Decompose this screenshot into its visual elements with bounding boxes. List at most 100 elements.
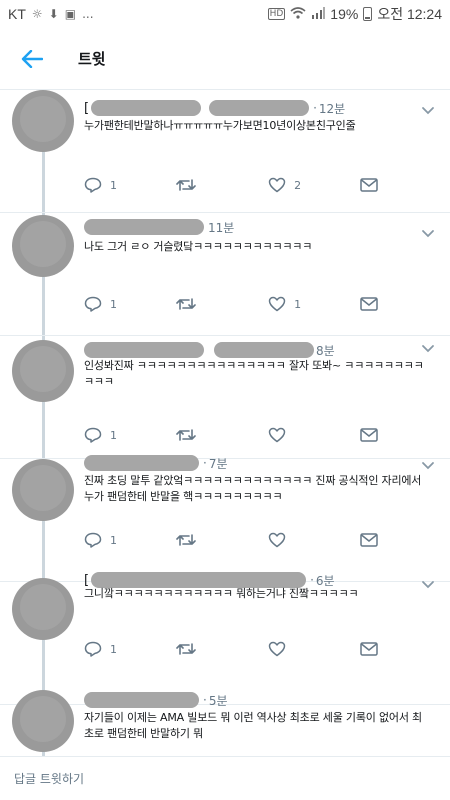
retweet-icon [176, 179, 196, 191]
like-action[interactable] [268, 641, 360, 657]
avatar[interactable] [12, 459, 74, 521]
dm-share-action[interactable] [360, 178, 384, 192]
tweet-actions: 1 2 [84, 174, 384, 196]
tweet-header: [ · 12분 [84, 98, 345, 118]
tweet-text: 자기들이 이제는 AMA 빌보드 뭐 이런 역사상 최초로 세울 기록이 없어서… [84, 711, 422, 740]
reply-icon [84, 296, 102, 312]
envelope-icon [360, 178, 378, 192]
reply-action[interactable]: 1 [84, 296, 176, 312]
tweet-time[interactable]: 5분 [209, 692, 228, 709]
dm-share-action[interactable] [360, 533, 384, 547]
separator-dot: · [203, 693, 207, 707]
retweet-action[interactable] [176, 532, 268, 548]
wifi-icon [290, 6, 306, 22]
download-icon: ⬇ [48, 7, 59, 21]
tweet-actions: 1 [84, 529, 384, 551]
avatar[interactable] [12, 578, 74, 640]
tweet-options-chevron-icon[interactable] [420, 340, 436, 356]
reply-count: 1 [110, 428, 117, 442]
tweet-actions: 1 1 [84, 293, 384, 315]
battery-percent: 19% [330, 6, 359, 22]
avatar[interactable] [12, 215, 74, 277]
tweet-options-chevron-icon[interactable] [420, 102, 436, 118]
dm-share-action[interactable] [360, 297, 384, 311]
replies-list[interactable]: [ · 12분 누가팬한테반말하나ㅠㅠㅠㅠㅠ누가보면10년이상본친구인줄 1 2 [0, 90, 450, 756]
reply-tweet[interactable]: [ · 6분 그니깤ㅋㅋㅋㅋㅋㅋㅋㅋㅋㅋㅋㅋ 뭐하는거냐 진짴ㅋㅋㅋㅋㅋ 1 [0, 572, 450, 705]
tweet-header: · 7분 [84, 453, 228, 473]
reply-tweet[interactable]: · 7분 진짜 초딩 말투 같았엌ㅋㅋㅋㅋㅋㅋㅋㅋㅋㅋㅋㅋㅋ 진짜 공식적인 자… [0, 455, 450, 582]
reply-icon [84, 427, 102, 443]
reply-count: 1 [110, 178, 117, 192]
reply-action[interactable]: 1 [84, 641, 176, 657]
avatar[interactable] [12, 90, 74, 152]
retweet-action[interactable] [176, 296, 268, 312]
status-bar-right: HD 19% 오전 12:24 [267, 4, 442, 24]
tweet-header: · 5분 [84, 690, 228, 710]
tweet-options-chevron-icon[interactable] [420, 457, 436, 473]
retweet-icon [176, 534, 196, 546]
dm-share-action[interactable] [360, 428, 384, 442]
image-icon: ▣ [64, 7, 77, 21]
username-redacted[interactable] [209, 100, 310, 116]
reply-action[interactable]: 1 [84, 427, 176, 443]
hd-label: HD [267, 8, 286, 20]
display-name-redacted[interactable] [84, 692, 199, 708]
back-arrow-icon [21, 49, 43, 68]
signal-icon [311, 6, 326, 22]
reply-icon [84, 641, 102, 657]
tweet-actions: 1 [84, 424, 384, 446]
tweet-text: 인성봐진짜 ㅋㅋㅋㅋㅋㅋㅋㅋㅋㅋㅋㅋㅋㅋㅋ 잘자 또봐~ ㅋㅋㅋㅋㅋㅋㅋㅋㅋㅋㅋ [84, 359, 424, 388]
display-name-redacted[interactable] [91, 100, 202, 116]
reply-tweet[interactable]: 11분 나도 그거 ㄹㅇ 거슬렸닼ㅋㅋㅋㅋㅋㅋㅋㅋㅋㅋㅋㅋ 1 1 [0, 213, 450, 336]
status-bar-left: KT ☼ ⬇ ▣ ... [8, 6, 94, 22]
like-action[interactable] [268, 427, 360, 443]
carrier-label: KT [8, 6, 26, 22]
avatar[interactable] [12, 690, 74, 752]
reply-action[interactable]: 1 [84, 177, 176, 193]
envelope-icon [360, 297, 378, 311]
reply-tweet[interactable]: [ · 12분 누가팬한테반말하나ㅠㅠㅠㅠㅠ누가보면10년이상본친구인줄 1 2 [0, 90, 450, 213]
status-bar: KT ☼ ⬇ ▣ ... HD 19% 오전 12:24 [0, 0, 450, 28]
name-prefix: [ [84, 100, 90, 116]
tweet-time[interactable]: 8분 [316, 342, 335, 359]
reply-tweet[interactable]: 8분 인성봐진짜 ㅋㅋㅋㅋㅋㅋㅋㅋㅋㅋㅋㅋㅋㅋㅋ 잘자 또봐~ ㅋㅋㅋㅋㅋㅋㅋㅋ… [0, 336, 450, 459]
heart-icon [268, 641, 286, 657]
dm-share-action[interactable] [360, 642, 384, 656]
retweet-action[interactable] [176, 641, 268, 657]
like-action[interactable] [268, 532, 360, 548]
app-header: 트윗 [0, 28, 450, 90]
username-redacted[interactable] [214, 342, 314, 358]
tweet-text: 그니깤ㅋㅋㅋㅋㅋㅋㅋㅋㅋㅋㅋㅋ 뭐하는거냐 진짴ㅋㅋㅋㅋㅋ [84, 587, 359, 600]
reply-tweet[interactable]: · 5분 자기들이 이제는 AMA 빌보드 뭐 이런 역사상 최초로 세울 기록… [0, 690, 450, 756]
tweet-text: 나도 그거 ㄹㅇ 거슬렸닼ㅋㅋㅋㅋㅋㅋㅋㅋㅋㅋㅋㅋ [84, 240, 313, 253]
heart-icon [268, 532, 286, 548]
battery-icon [363, 7, 373, 21]
avatar[interactable] [12, 340, 74, 402]
heart-icon [268, 177, 286, 193]
tweet-header: 11분 [84, 217, 234, 237]
tweet-time[interactable]: 12분 [319, 100, 345, 117]
retweet-icon [176, 298, 196, 310]
reply-action[interactable]: 1 [84, 532, 176, 548]
like-action[interactable]: 2 [268, 177, 360, 193]
retweet-action[interactable] [176, 177, 268, 193]
separator-dot: · [313, 101, 317, 115]
separator-dot: · [310, 573, 314, 587]
brightness-icon: ☼ [31, 7, 43, 21]
tweet-header: 8분 [84, 340, 335, 360]
tweet-time[interactable]: 7분 [209, 455, 228, 472]
envelope-icon [360, 428, 378, 442]
tweet-time[interactable]: 11분 [208, 219, 234, 236]
display-name-redacted[interactable] [84, 455, 199, 471]
reply-count: 1 [110, 642, 117, 656]
reply-icon [84, 532, 102, 548]
like-action[interactable]: 1 [268, 296, 360, 312]
display-name-redacted[interactable] [84, 342, 204, 358]
tweet-actions: 1 [84, 638, 384, 660]
retweet-action[interactable] [176, 427, 268, 443]
reply-input[interactable]: 답글 트윗하기 [14, 770, 84, 787]
back-button[interactable] [0, 28, 64, 90]
retweet-icon [176, 643, 196, 655]
reply-count: 1 [110, 297, 117, 311]
display-name-redacted[interactable] [84, 219, 204, 235]
